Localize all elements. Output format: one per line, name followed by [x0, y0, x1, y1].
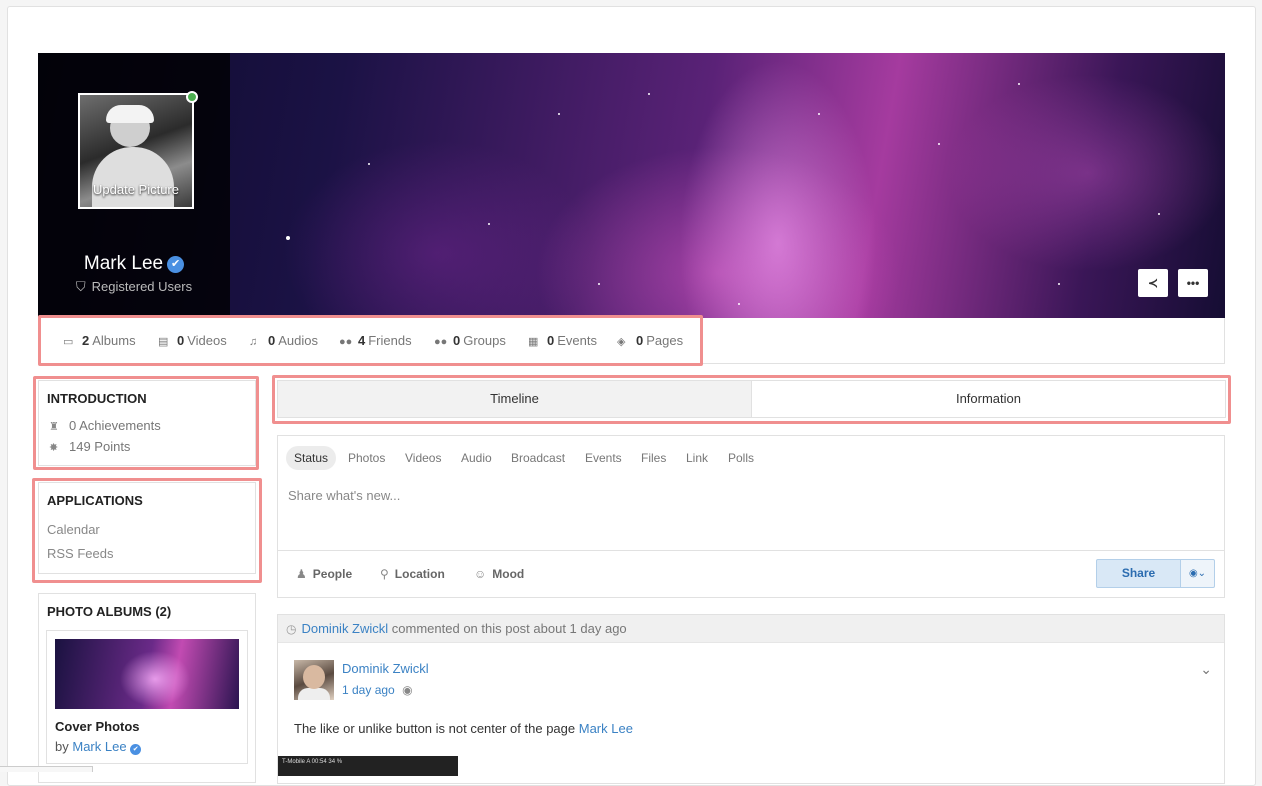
post-activity-header: ◷ Dominik Zwickl commented on this post a… [278, 615, 1224, 643]
points-row: ✸ 149 Points [49, 439, 131, 454]
privacy-dropdown[interactable]: ◉⌄ [1181, 559, 1215, 588]
more-options-button[interactable]: ••• [1178, 269, 1208, 297]
tag-people-button[interactable]: ♟ People [296, 567, 352, 581]
stat-friends[interactable]: ●● 4 Friends [339, 333, 412, 348]
profile-name-text[interactable]: Mark Lee [84, 253, 163, 274]
share-button[interactable]: Share [1096, 559, 1181, 588]
music-icon: ♫ [249, 336, 258, 348]
post-author-link[interactable]: Dominik Zwickl [342, 661, 429, 676]
profile-tabs: Timeline Information [277, 380, 1226, 418]
composer-tab-files[interactable]: Files [641, 446, 666, 470]
post-body: The like or unlike button is not center … [294, 721, 633, 736]
composer-tab-videos[interactable]: Videos [405, 446, 441, 470]
composer-tab-polls[interactable]: Polls [728, 446, 754, 470]
introduction-panel: INTRODUCTION ♜ 0 Achievements ✸ 149 Points [38, 380, 256, 466]
bottom-scroll-stub [0, 766, 93, 772]
mention-link[interactable]: Mark Lee [579, 721, 633, 736]
update-picture-label[interactable]: Update Picture [80, 182, 192, 197]
tab-timeline[interactable]: Timeline [278, 381, 752, 417]
photo-albums-title: PHOTO ALBUMS (2) [47, 604, 172, 619]
composer-tab-events[interactable]: Events [585, 446, 622, 470]
verified-badge-icon: ✔ [130, 744, 142, 755]
trophy-icon: ♜ [49, 421, 59, 433]
location-button[interactable]: ⚲ Location [380, 567, 445, 581]
status-input[interactable]: Share what's new... [288, 488, 400, 503]
person-icon: ♟ [296, 567, 307, 581]
profile-role-text: Registered Users [91, 279, 193, 294]
applications-panel: APPLICATIONS Calendar RSS Feeds [38, 482, 256, 574]
composer-tab-status[interactable]: Status [286, 446, 337, 470]
chevron-down-icon: ⌄ [1197, 568, 1207, 579]
achievements-row: ♜ 0 Achievements [49, 418, 161, 433]
globe-icon: ◉ [402, 683, 413, 697]
online-status-dot [186, 91, 198, 103]
stat-albums[interactable]: ▭ 2 Albums [63, 333, 136, 348]
post-attachment-image[interactable]: T-Mobile A 00:54 34 % [278, 756, 458, 776]
globe-icon: ◉ [1188, 568, 1198, 579]
users-icon: ●● [339, 336, 353, 348]
stat-videos[interactable]: ▤ 0 Videos [158, 333, 227, 348]
ellipsis-icon: ••• [1186, 276, 1200, 290]
album-owner: by Mark Lee ✔ [55, 739, 142, 755]
shield-icon: ⛉ [75, 279, 86, 294]
clock-icon: ◷ [286, 622, 297, 636]
avatar[interactable]: Update Picture [78, 93, 194, 209]
group-icon: ●● [434, 336, 448, 348]
mood-button[interactable]: ☺ Mood [474, 567, 524, 581]
post-timestamp[interactable]: 1 day ago ◉ [342, 683, 413, 697]
smile-icon: ☺ [474, 567, 487, 581]
applications-title: APPLICATIONS [47, 493, 143, 508]
composer-footer: ♟ People ⚲ Location ☺ Mood Share ◉⌄ [278, 550, 1224, 598]
cube-icon: ◈ [617, 336, 626, 348]
composer-tab-link[interactable]: Link [686, 446, 708, 470]
composer-tab-broadcast[interactable]: Broadcast [511, 446, 565, 470]
album-card[interactable]: Cover Photos by Mark Lee ✔ [46, 630, 248, 764]
post-options-chevron-icon[interactable]: ⌄ [1200, 661, 1212, 678]
stat-events[interactable]: ▦ 0 Events [528, 333, 597, 348]
profile-name[interactable]: Mark Lee ✔ [38, 253, 230, 275]
share-icon: ≺ [1147, 276, 1159, 290]
album-thumbnail[interactable] [55, 639, 239, 709]
app-calendar-link[interactable]: Calendar [47, 522, 247, 537]
profile-sidebar-overlay: Update Picture Mark Lee ✔ ⛉ Registered Use… [38, 53, 230, 318]
tab-information[interactable]: Information [752, 381, 1225, 417]
verified-badge-icon: ✔ [167, 256, 185, 273]
story-composer: Status Photos Videos Audio Broadcast Eve… [277, 435, 1225, 598]
stat-audios[interactable]: ♫ 0 Audios [249, 333, 318, 348]
album-owner-link[interactable]: Mark Lee [72, 739, 126, 754]
stream-post: ◷ Dominik Zwickl commented on this post a… [277, 614, 1225, 784]
profile-stats-bar: ▭ 2 Albums ▤ 0 Videos ♫ 0 Audios ●● 4 Friends ●●… [38, 318, 1225, 364]
map-marker-icon: ⚲ [380, 567, 389, 581]
stat-pages[interactable]: ◈ 0 Pages [617, 333, 683, 348]
composer-tab-audio[interactable]: Audio [461, 446, 492, 470]
app-rss-feeds-link[interactable]: RSS Feeds [47, 546, 247, 561]
activity-user-link[interactable]: Dominik Zwickl [301, 621, 388, 636]
image-icon: ▭ [63, 336, 74, 348]
film-icon: ▤ [158, 336, 169, 348]
profile-role: ⛉ Registered Users [38, 279, 230, 295]
album-name[interactable]: Cover Photos [55, 719, 140, 734]
composer-tab-photos[interactable]: Photos [348, 446, 385, 470]
calendar-icon: ▦ [528, 336, 539, 348]
introduction-title: INTRODUCTION [47, 391, 147, 406]
stat-groups[interactable]: ●● 0 Groups [434, 333, 506, 348]
post-author-avatar[interactable] [294, 660, 334, 700]
share-profile-button[interactable]: ≺ [1138, 269, 1168, 297]
cover-photo[interactable]: Update Picture Mark Lee ✔ ⛉ Registered Use… [38, 53, 1225, 318]
badge-icon: ✸ [49, 442, 59, 454]
